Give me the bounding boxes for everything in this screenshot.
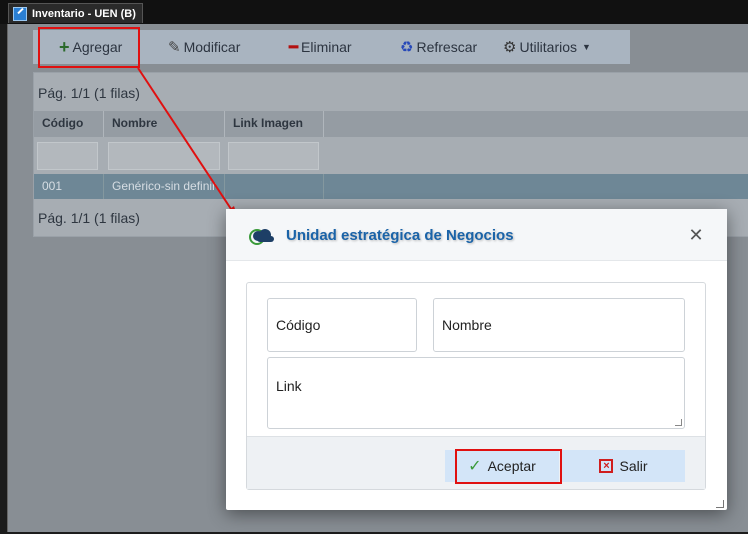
column-header-codigo[interactable]: Código [34,111,104,137]
filter-input-nombre[interactable] [108,142,220,170]
window-tab[interactable]: Inventario - UEN (B) [8,3,143,23]
nombre-field[interactable]: Nombre [433,298,685,352]
column-header-nombre[interactable]: Nombre [104,111,225,137]
refresh-icon: ♻ [400,39,414,56]
cloud-logo-icon [249,229,274,245]
delete-button[interactable]: ━ Eliminar [260,30,370,64]
dialog-title: Unidad estratégica de Negocios [286,227,514,244]
codigo-field-placeholder: Código [276,317,321,333]
exit-button-label: Salir [619,458,648,474]
title-bar: Inventario - UEN (B) [0,0,748,24]
codigo-field[interactable]: Código [267,298,417,352]
gears-icon: ⚙ [503,39,517,56]
app-window: Inventario - UEN (B) + Agregar ✎ Modific… [0,0,748,534]
textarea-resize-handle[interactable] [675,419,682,426]
highlight-accept-button [455,449,562,484]
highlight-add-button [38,27,140,68]
edit-button-label: Modificar [183,39,241,55]
delete-button-label: Eliminar [301,39,352,55]
close-icon[interactable]: ✕ [688,226,704,244]
utilities-dropdown-label: Utilitarios [519,39,578,55]
refresh-button-label: Refrescar [416,39,478,55]
grid-header: Código Nombre Link Imagen [34,111,748,137]
close-box-icon: × [599,459,614,473]
refresh-button[interactable]: ♻ Refrescar [370,30,485,64]
link-textarea[interactable]: Link [267,357,685,429]
filter-input-codigo[interactable] [37,142,98,170]
filter-input-link-imagen[interactable] [228,142,319,170]
exit-button[interactable]: × Salir [562,450,685,482]
pencil-icon: ✎ [168,39,181,56]
caret-down-icon: ▼ [582,42,591,52]
pager-top: Pág. 1/1 (1 filas) [38,85,140,101]
column-header-link-imagen[interactable]: Link Imagen [225,111,324,137]
uen-dialog: Unidad estratégica de Negocios ✕ Código … [226,209,727,510]
dialog-header: Unidad estratégica de Negocios ✕ [226,209,727,261]
edit-document-icon [13,6,27,21]
link-textarea-placeholder: Link [276,378,302,394]
cell-link-imagen [225,174,324,199]
table-row[interactable]: 001 Genérico-sin definir [34,174,748,199]
window-resize-grip[interactable] [716,500,724,508]
minus-icon: ━ [289,39,299,56]
filter-row [34,137,748,175]
cell-nombre: Genérico-sin definir [104,174,225,199]
cell-codigo: 001 [34,174,104,199]
nombre-field-placeholder: Nombre [442,317,492,333]
pager-bottom: Pág. 1/1 (1 filas) [38,210,140,226]
window-title: Inventario - UEN (B) [32,7,136,20]
edit-button[interactable]: ✎ Modificar [137,30,260,64]
utilities-dropdown[interactable]: ⚙ Utilitarios ▼ [485,30,615,64]
